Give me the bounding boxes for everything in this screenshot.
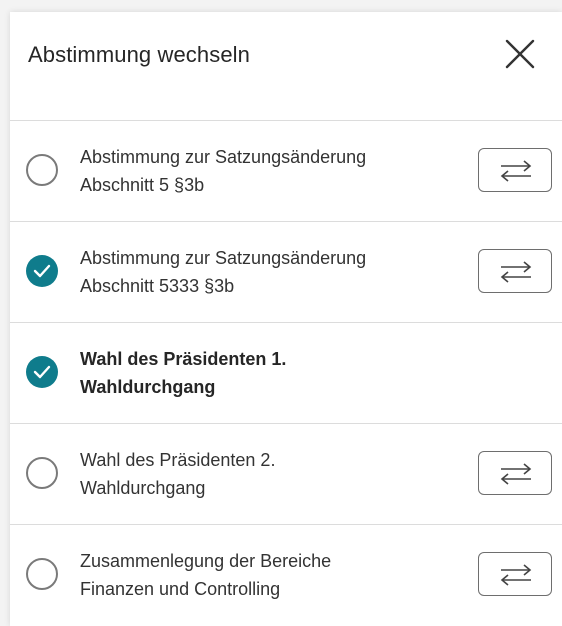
vote-item-line2: Abschnitt 5 §3b: [80, 175, 205, 195]
vote-item-line1: Zusammenlegung der Bereiche: [80, 551, 332, 571]
vote-item-label: Zusammenlegung der Bereiche Finanzen und…: [80, 547, 450, 603]
switch-button[interactable]: [478, 552, 552, 596]
vote-item-line2: Wahldurchgang: [80, 377, 216, 397]
vote-item-label: Wahl des Präsidenten 1. Wahldurchgang: [80, 345, 450, 401]
vote-item-line2: Wahldurchgang: [80, 478, 206, 498]
switch-vote-dialog: Abstimmung wechseln Abstimmung zur Satzu…: [10, 12, 562, 626]
switch-button[interactable]: [478, 148, 552, 192]
radio-selected[interactable]: [26, 356, 58, 388]
switch-arrows-icon: [500, 261, 532, 283]
radio-unselected[interactable]: [26, 558, 58, 590]
vote-item[interactable]: Zusammenlegung der Bereiche Finanzen und…: [10, 525, 562, 626]
vote-item-line1: Wahl des Präsidenten 1.: [80, 349, 287, 369]
vote-list: Abstimmung zur Satzungsänderung Abschnit…: [10, 121, 562, 626]
vote-item-line2: Finanzen und Controlling: [80, 579, 281, 599]
switch-arrows-icon: [500, 463, 532, 485]
vote-item-line1: Abstimmung zur Satzungsänderung: [80, 248, 367, 268]
radio-unselected[interactable]: [26, 154, 58, 186]
checkmark-icon: [33, 264, 51, 278]
checkmark-icon: [33, 365, 51, 379]
vote-item[interactable]: Abstimmung zur Satzungsänderung Abschnit…: [10, 222, 562, 323]
vote-item-label: Wahl des Präsidenten 2. Wahldurchgang: [80, 446, 450, 502]
vote-item-active[interactable]: Wahl des Präsidenten 1. Wahldurchgang: [10, 323, 562, 424]
dialog-title: Abstimmung wechseln: [28, 42, 250, 67]
vote-item-line2: Abschnitt 5333 §3b: [80, 276, 235, 296]
vote-item-line1: Wahl des Präsidenten 2.: [80, 450, 276, 470]
vote-item-label: Abstimmung zur Satzungsänderung Abschnit…: [80, 143, 450, 199]
vote-item[interactable]: Wahl des Präsidenten 2. Wahldurchgang: [10, 424, 562, 525]
close-icon: [505, 39, 535, 69]
switch-button[interactable]: [478, 249, 552, 293]
vote-item-label: Abstimmung zur Satzungsänderung Abschnit…: [80, 244, 450, 300]
radio-selected[interactable]: [26, 255, 58, 287]
vote-item-line1: Abstimmung zur Satzungsänderung: [80, 147, 367, 167]
switch-arrows-icon: [500, 160, 532, 182]
vote-item[interactable]: Abstimmung zur Satzungsänderung Abschnit…: [10, 121, 562, 222]
dialog-header: Abstimmung wechseln: [10, 12, 562, 121]
radio-unselected[interactable]: [26, 457, 58, 489]
switch-arrows-icon: [500, 564, 532, 586]
switch-button[interactable]: [478, 451, 552, 495]
close-button[interactable]: [500, 34, 540, 74]
